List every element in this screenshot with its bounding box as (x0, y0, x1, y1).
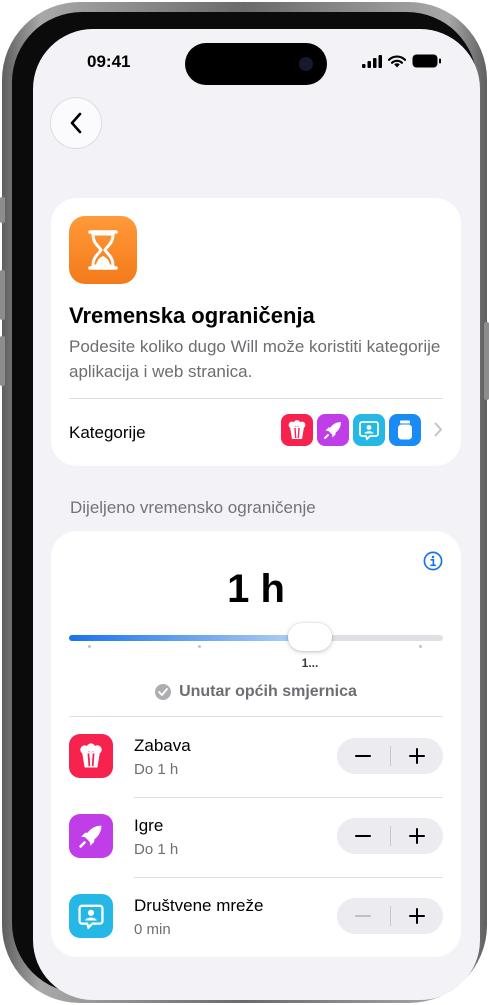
card-description: Podesite koliko dugo Will može koristiti… (69, 337, 441, 381)
rocket-icon (317, 414, 349, 446)
back-button[interactable] (51, 98, 101, 148)
category-row-igre: Igre Do 1 h (51, 797, 461, 877)
plus-icon (408, 828, 425, 844)
slider-tick (419, 645, 422, 648)
decrease-button[interactable] (337, 818, 390, 854)
category-limit: 0 min (134, 921, 171, 938)
chevron-left-icon (70, 112, 82, 134)
volume-up-button (0, 270, 5, 320)
cellular-signal-icon (362, 54, 382, 68)
minus-icon (355, 835, 372, 837)
bezel: 09:41 Vremenska ograničenja Podesite kol… (12, 12, 480, 1000)
guideline-text: Unutar općih smjernica (179, 683, 357, 700)
shared-limit-value: 1 h (227, 567, 285, 611)
decrease-button[interactable] (337, 738, 390, 774)
category-limit: Do 1 h (134, 761, 179, 778)
screen: 09:41 Vremenska ograničenja Podesite kol… (33, 29, 480, 1000)
category-name: Društvene mreže (134, 896, 264, 915)
decrease-button[interactable] (337, 898, 390, 934)
popcorn-icon (69, 734, 113, 778)
guideline-status: Unutar općih smjernica (51, 683, 461, 701)
time-limit-slider-fill (69, 635, 309, 641)
wifi-icon (388, 55, 406, 67)
status-icons (362, 54, 442, 68)
screen-time-intro-card: Vremenska ograničenja Podesite koliko du… (51, 198, 461, 466)
chevron-right-icon (434, 422, 442, 437)
status-time: 09:41 (87, 52, 131, 71)
popcorn-icon (281, 414, 313, 446)
chat-person-icon (353, 414, 385, 446)
shared-limit-card: 1 h 1... Unutar općih smjernica Zabava D… (51, 531, 461, 957)
jar-icon (389, 414, 421, 446)
categories-icon-group[interactable] (281, 414, 421, 446)
action-button (0, 197, 5, 223)
side-button (484, 322, 489, 400)
dynamic-island (185, 43, 327, 85)
category-row-drustvene-mreze: Društvene mreže 0 min (51, 877, 461, 957)
plus-icon (408, 908, 425, 924)
checkmark-circle-icon (155, 684, 172, 700)
chat-person-icon (69, 894, 113, 938)
categories-label: Kategorije (69, 423, 146, 442)
divider (69, 398, 443, 399)
increase-button[interactable] (390, 738, 443, 774)
camera-icon (299, 57, 313, 71)
rocket-icon (69, 814, 113, 858)
slider-tick (198, 645, 201, 648)
plus-icon (408, 748, 425, 764)
section-header-shared-limit: Dijeljeno vremensko ograničenje (70, 498, 316, 517)
category-row-zabava: Zabava Do 1 h (51, 717, 461, 797)
category-name: Igre (134, 816, 164, 835)
slider-value-label: 1... (301, 656, 319, 670)
minus-icon (355, 915, 372, 917)
battery-icon (412, 54, 441, 68)
slider-tick (88, 645, 91, 648)
increase-button[interactable] (390, 898, 443, 934)
time-stepper (337, 818, 443, 854)
minus-icon (355, 755, 372, 757)
time-limit-slider-thumb[interactable] (288, 623, 332, 651)
increase-button[interactable] (390, 818, 443, 854)
time-limit-slider-track[interactable] (69, 635, 443, 641)
time-stepper (337, 898, 443, 934)
phone-frame: 09:41 Vremenska ograničenja Podesite kol… (0, 2, 489, 1003)
card-title: Vremenska ograničenja (69, 303, 315, 328)
volume-down-button (0, 336, 5, 386)
time-stepper (337, 738, 443, 774)
category-limit: Do 1 h (134, 841, 179, 858)
hourglass-icon (69, 216, 137, 284)
category-name: Zabava (134, 736, 191, 755)
